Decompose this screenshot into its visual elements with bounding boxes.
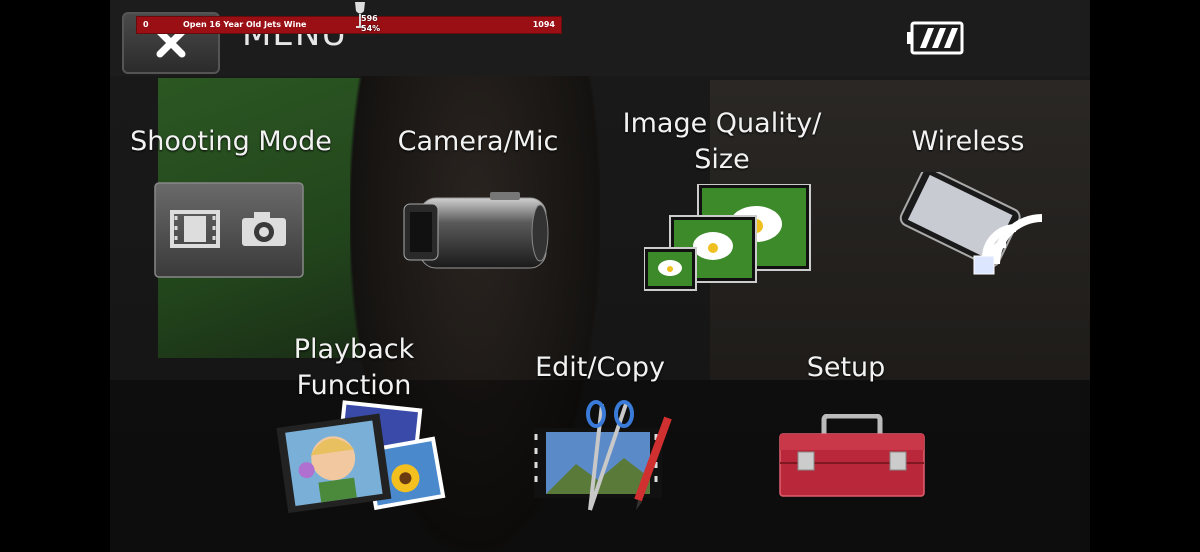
menu-item-setup[interactable]: Setup — [730, 350, 962, 386]
menu-item-label-line-1: Image Quality/ — [622, 108, 822, 139]
menu-item-image-quality-size[interactable]: Image Quality/ Size — [606, 106, 838, 178]
wireless-icon — [899, 172, 1043, 275]
toolbox-icon — [779, 414, 925, 497]
stream-overlay-bar: 0 Open 16 Year Old Jets Wine 596 54% 109… — [136, 2, 562, 34]
menu-item-label-line-2: Size — [694, 144, 750, 175]
menu-item-label: Wireless — [911, 126, 1025, 157]
menu-item-label: Edit/Copy — [535, 352, 665, 383]
overlay-top-value: 596 — [361, 14, 378, 23]
menu-item-camera-mic[interactable]: Camera/Mic — [362, 124, 594, 160]
overlay-right-value: 1094 — [532, 20, 555, 29]
menu-item-label: Camera/Mic — [397, 126, 559, 157]
menu-item-label: Setup — [806, 352, 886, 383]
playback-photos-icon — [276, 400, 446, 514]
menu-item-edit-copy[interactable]: Edit/Copy — [484, 350, 716, 386]
overlay-title: Open 16 Year Old Jets Wine — [183, 20, 307, 29]
edit-copy-icon — [534, 400, 672, 511]
overlay-left-value: 0 — [143, 20, 149, 29]
menu-item-playback-function[interactable]: Playback Function — [238, 332, 470, 404]
menu-item-shooting-mode[interactable]: Shooting Mode — [114, 124, 348, 160]
menu-item-label: Shooting Mode — [130, 126, 332, 157]
menu-item-wireless[interactable]: Wireless — [852, 124, 1084, 160]
image-quality-icon — [644, 184, 811, 291]
overlay-percent: 54% — [361, 24, 381, 33]
camera-menu-screen: MENU Shooting Mode Camera/Mic Image Qual… — [110, 0, 1090, 552]
menu-header: MENU — [110, 0, 1090, 76]
shooting-mode-icon — [154, 182, 304, 278]
overlay-progress-readout: 596 54% — [361, 14, 380, 34]
menu-item-label-line-2: Function — [296, 370, 412, 401]
battery-icon — [907, 21, 964, 55]
camcorder-icon — [403, 192, 549, 269]
menu-item-label-line-1: Playback — [293, 334, 415, 365]
